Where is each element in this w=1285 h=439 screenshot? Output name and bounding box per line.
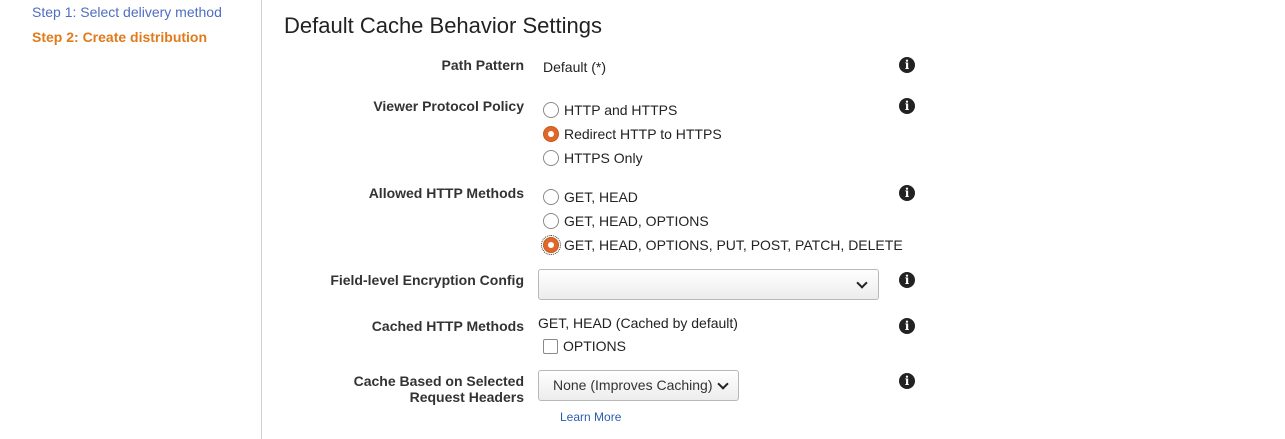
info-icon[interactable]: i <box>899 57 915 73</box>
radio-button[interactable] <box>543 102 559 118</box>
radio-label: HTTP and HTTPS <box>564 102 678 118</box>
allowed-methods-label: Allowed HTTP Methods <box>368 185 524 201</box>
cached-methods-value: GET, HEAD (Cached by default) <box>538 315 738 331</box>
cache-headers-label: Cache Based on Selected Request Headers <box>284 373 524 405</box>
radio-button[interactable] <box>543 150 559 166</box>
radio-button[interactable] <box>543 213 559 229</box>
radio-http-and-https[interactable]: HTTP and HTTPS <box>543 100 677 120</box>
info-icon[interactable]: i <box>899 373 915 389</box>
radio-label: GET, HEAD, OPTIONS <box>564 213 709 229</box>
chevron-down-icon <box>717 378 729 390</box>
radio-button[interactable] <box>543 189 559 205</box>
fle-config-select[interactable] <box>538 269 879 300</box>
cached-methods-label: Cached HTTP Methods <box>371 318 524 334</box>
radio-label: Redirect HTTP to HTTPS <box>564 126 722 142</box>
viewer-protocol-label: Viewer Protocol Policy <box>373 98 524 114</box>
radio-label: GET, HEAD, OPTIONS, PUT, POST, PATCH, DE… <box>564 237 903 253</box>
radio-button-selected[interactable] <box>541 235 561 255</box>
info-icon[interactable]: i <box>899 272 915 288</box>
radio-get-head-options[interactable]: GET, HEAD, OPTIONS <box>543 211 709 231</box>
radio-label: GET, HEAD <box>564 189 638 205</box>
cache-headers-label-line2: Request Headers <box>409 389 524 405</box>
info-icon[interactable]: i <box>899 185 915 201</box>
radio-label: HTTPS Only <box>564 150 643 166</box>
cache-headers-dropdown[interactable]: None (Improves Caching) <box>538 370 739 401</box>
options-checkbox-row[interactable]: OPTIONS <box>543 336 626 356</box>
radio-all-methods[interactable]: GET, HEAD, OPTIONS, PUT, POST, PATCH, DE… <box>541 235 903 255</box>
sidebar-step-select-delivery[interactable]: Step 1: Select delivery method <box>32 4 222 20</box>
section-title: Default Cache Behavior Settings <box>284 13 602 38</box>
cache-headers-selected: None (Improves Caching) <box>553 377 713 393</box>
radio-https-only[interactable]: HTTPS Only <box>543 148 643 168</box>
cache-headers-label-line1: Cache Based on Selected <box>353 373 524 389</box>
sidebar-step-create-distribution[interactable]: Step 2: Create distribution <box>32 29 207 45</box>
checkbox-label: OPTIONS <box>563 338 627 354</box>
path-pattern-label: Path Pattern <box>441 57 524 73</box>
path-pattern-value: Default (*) <box>543 59 607 75</box>
wizard-sidebar: Step 1: Select delivery method Step 2: C… <box>0 0 262 439</box>
info-icon[interactable]: i <box>899 98 915 114</box>
radio-get-head[interactable]: GET, HEAD <box>543 187 638 207</box>
radio-redirect-http-to-https[interactable]: Redirect HTTP to HTTPS <box>543 124 722 144</box>
options-checkbox[interactable] <box>543 338 558 354</box>
learn-more-link[interactable]: Learn More <box>560 410 621 424</box>
info-icon[interactable]: i <box>899 318 915 334</box>
chevron-down-icon <box>856 277 868 289</box>
radio-button-selected[interactable] <box>543 126 559 142</box>
fle-config-label: Field-level Encryption Config <box>330 272 524 288</box>
